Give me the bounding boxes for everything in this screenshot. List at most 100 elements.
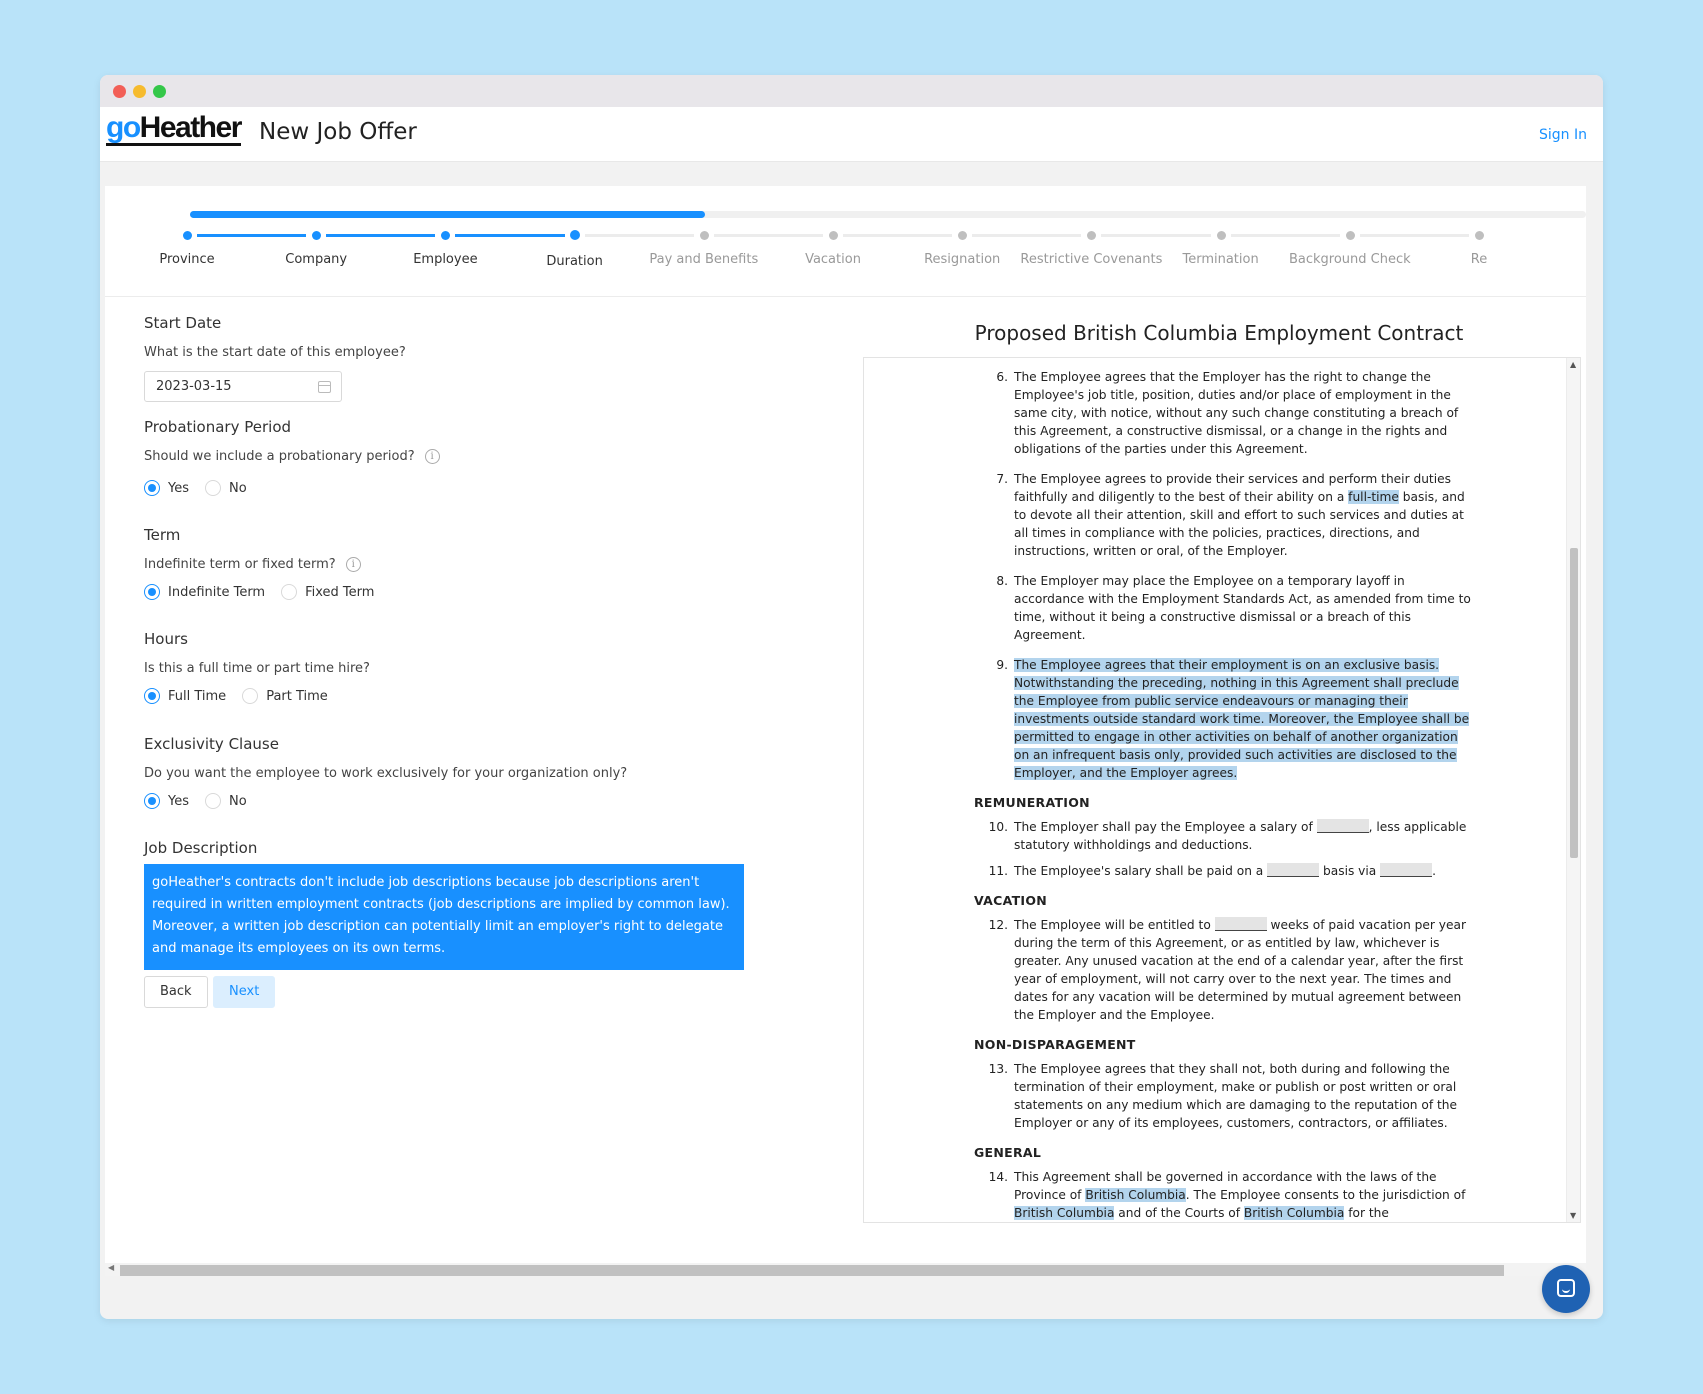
step-connector	[1101, 234, 1211, 237]
clause-number: 10.	[988, 820, 1008, 834]
clause-number: 14.	[988, 1170, 1008, 1184]
full-time-radio[interactable]: Full Time	[144, 688, 226, 704]
main-content: Province Company Employee Duration Pay and B…	[105, 186, 1586, 1264]
clause-12: 12. The Employee will be entitled to week…	[974, 916, 1474, 1024]
step-connector	[455, 234, 565, 237]
clause-text: The Employee's salary shall be paid on a	[1014, 864, 1268, 878]
contract-preview[interactable]: 6. The Employee agrees that the Employer …	[863, 357, 1581, 1223]
radio-label: No	[229, 480, 247, 496]
maximize-window-button[interactable]	[153, 85, 166, 98]
radio-circle	[205, 793, 221, 809]
step-dot[interactable]	[312, 231, 322, 240]
step-label[interactable]: Vacation	[805, 252, 861, 267]
step-label[interactable]: Duration	[546, 254, 602, 269]
minimize-window-button[interactable]	[133, 85, 146, 98]
step-label[interactable]: Pay and Benefits	[649, 252, 758, 267]
start-date-input[interactable]: 2023-03-15	[144, 371, 342, 402]
step-label[interactable]: Re	[1471, 252, 1487, 267]
step-label[interactable]: Employee	[413, 252, 477, 267]
clause-7: 7. The Employee agrees to provide their s…	[974, 470, 1474, 560]
radio-circle	[144, 688, 160, 704]
exclusivity-no-radio[interactable]: No	[205, 793, 247, 809]
step-label[interactable]: Termination	[1182, 252, 1258, 267]
step-dot[interactable]	[1216, 231, 1226, 240]
scrollbar-thumb[interactable]	[120, 1265, 1504, 1276]
step-dot[interactable]	[1087, 231, 1097, 240]
part-time-radio[interactable]: Part Time	[242, 688, 328, 704]
question-text: Is this a full time or part time hire?	[144, 661, 370, 676]
section-question: What is the start date of this employee?	[144, 345, 406, 360]
radio-label: Indefinite Term	[168, 584, 266, 600]
step-label[interactable]: Province	[159, 252, 214, 267]
scroll-left-icon[interactable]: ◀	[108, 1263, 114, 1272]
contract-scrollbar[interactable]: ▲ ▼	[1566, 358, 1580, 1222]
remuneration-heading: REMUNERATION	[974, 795, 1090, 810]
logo-go: go	[106, 111, 141, 144]
next-button[interactable]: Next	[213, 976, 276, 1008]
probation-yes-radio[interactable]: Yes	[144, 480, 189, 496]
step-label[interactable]: Restrictive Covenants	[1020, 252, 1162, 267]
step-dot[interactable]	[569, 230, 580, 240]
clause-number: 8.	[996, 574, 1008, 588]
section-title: Job Description	[144, 839, 258, 857]
clause-number: 9.	[996, 658, 1008, 672]
step-label[interactable]: Background Check	[1289, 252, 1411, 267]
calendar-icon[interactable]	[318, 381, 331, 393]
clause-number: 6.	[996, 370, 1008, 384]
scroll-up-icon[interactable]: ▲	[1570, 360, 1576, 369]
question-text: Do you want the employee to work exclusi…	[144, 766, 628, 781]
section-question: Is this a full time or part time hire?	[144, 661, 370, 676]
progress-track-fill	[190, 211, 706, 218]
step-connector	[843, 234, 953, 237]
step-label[interactable]: Resignation	[924, 252, 1000, 267]
step-dot[interactable]	[829, 231, 838, 240]
horizontal-scrollbar[interactable]: ◀	[105, 1263, 1586, 1276]
scroll-down-icon[interactable]: ▼	[1570, 1211, 1576, 1220]
step-dot[interactable]	[699, 231, 709, 240]
clause-text: basis via	[1319, 864, 1381, 878]
radio-label: Fixed Term	[305, 584, 375, 600]
probation-no-radio[interactable]: No	[205, 480, 247, 496]
question-text: Should we include a probationary period?	[144, 449, 415, 464]
sign-in-link[interactable]: Sign In	[1539, 127, 1587, 143]
radio-label: Yes	[168, 480, 189, 496]
chat-icon	[1557, 1279, 1575, 1297]
indefinite-term-radio[interactable]: Indefinite Term	[144, 584, 265, 600]
hours-radio-group: Full Time Part Time	[144, 688, 370, 704]
step-dot[interactable]	[441, 231, 451, 240]
start-date-value: 2023-03-15	[156, 379, 232, 394]
probation-radio-group: Yes No	[144, 480, 440, 496]
step-dot[interactable]	[1475, 231, 1484, 240]
chat-button[interactable]	[1542, 1265, 1590, 1313]
pay-method-blank	[1380, 863, 1433, 877]
step-connector	[326, 234, 436, 237]
step-connector	[197, 234, 307, 237]
clause-text: .	[1432, 864, 1436, 878]
highlighted-clause-text: The Employee agrees that their employmen…	[1014, 658, 1470, 780]
info-icon[interactable]: i	[424, 449, 440, 464]
clause-text: weeks of paid vacation per year during t…	[1014, 918, 1466, 1022]
step-dot[interactable]	[183, 231, 192, 240]
progress-track	[190, 211, 1586, 218]
fixed-term-radio[interactable]: Fixed Term	[281, 584, 374, 600]
clause-number: 7.	[996, 472, 1008, 486]
clause-number: 11.	[988, 864, 1008, 878]
step-connector	[1230, 234, 1340, 237]
scrollbar-thumb[interactable]	[1570, 548, 1578, 858]
clause-8: 8. The Employer may place the Employee on…	[974, 572, 1474, 644]
question-text: Indefinite term or fixed term?	[144, 557, 336, 572]
step-dot[interactable]	[1345, 231, 1355, 240]
close-window-button[interactable]	[113, 85, 126, 98]
step-dot[interactable]	[958, 231, 968, 240]
general-heading: GENERAL	[974, 1145, 1042, 1160]
info-icon[interactable]: i	[345, 557, 361, 572]
clause-number: 12.	[988, 918, 1008, 932]
goheather-logo[interactable]: goHeather	[106, 111, 242, 146]
exclusivity-yes-radio[interactable]: Yes	[144, 793, 189, 809]
radio-label: Full Time	[168, 688, 227, 704]
clause-text: The Employer may place the Employee on a…	[1014, 574, 1471, 642]
clause-text: . The Employee consents to the jurisdict…	[1185, 1188, 1466, 1202]
step-label[interactable]: Company	[285, 252, 347, 267]
step-connector	[584, 234, 694, 237]
back-button[interactable]: Back	[144, 976, 208, 1008]
